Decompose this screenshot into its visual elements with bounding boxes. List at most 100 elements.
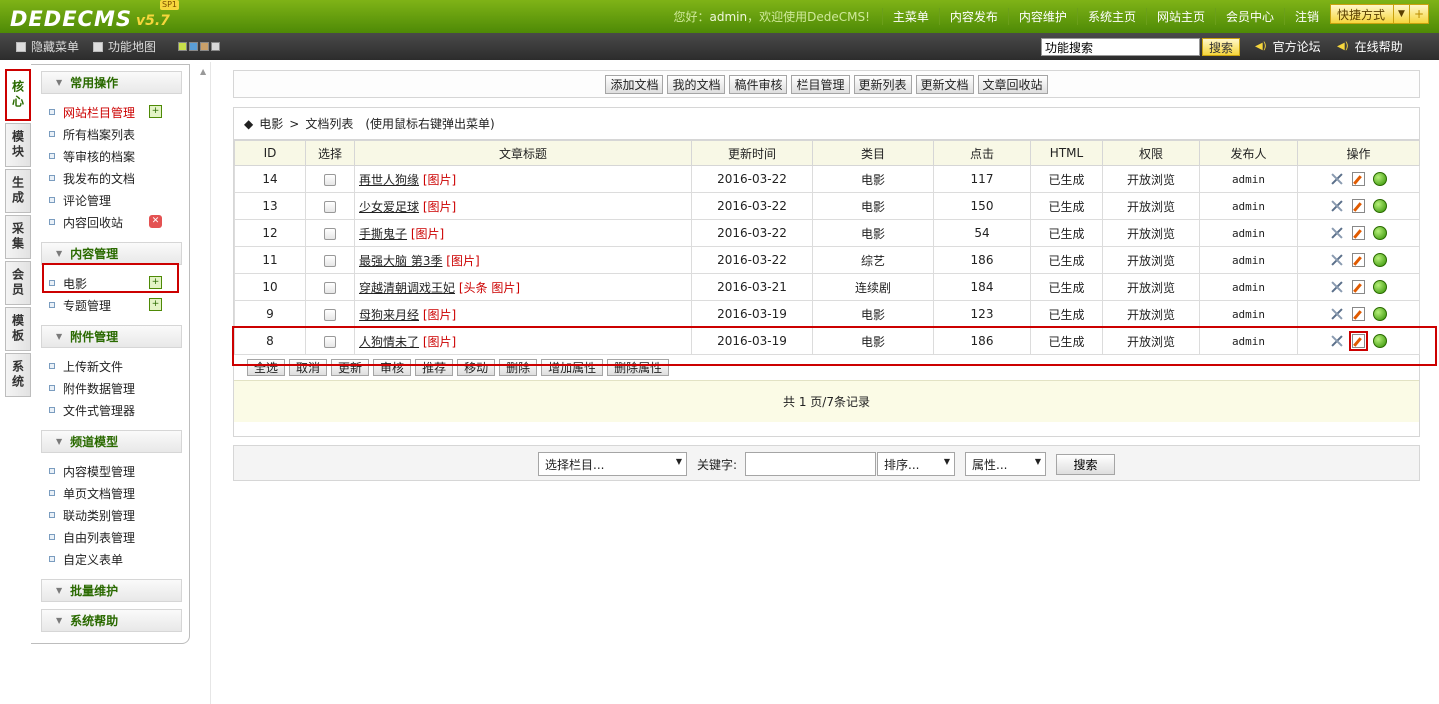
- tools-icon[interactable]: [1330, 307, 1344, 321]
- filter-search-button[interactable]: 搜索: [1056, 454, 1115, 475]
- my-documents-button[interactable]: 我的文档: [667, 74, 726, 94]
- function-map-button[interactable]: 功能地图: [93, 33, 156, 60]
- cell-category[interactable]: 电影: [812, 165, 934, 193]
- preview-icon[interactable]: [1373, 199, 1387, 213]
- row-checkbox[interactable]: [324, 254, 336, 267]
- function-search-button[interactable]: 搜索: [1202, 38, 1241, 56]
- row-checkbox[interactable]: [324, 281, 336, 294]
- edit-icon[interactable]: [1352, 307, 1365, 321]
- keyword-input[interactable]: [745, 452, 876, 476]
- sidebar-item-all-archives[interactable]: 所有档案列表: [49, 124, 135, 144]
- cell-category[interactable]: 电影: [812, 219, 934, 247]
- add-icon[interactable]: +: [149, 105, 162, 118]
- article-title-link[interactable]: 母狗来月经: [359, 308, 419, 322]
- tools-icon[interactable]: [1330, 199, 1344, 213]
- section-common[interactable]: ▼ 常用操作: [41, 71, 182, 94]
- edit-icon[interactable]: [1352, 253, 1365, 267]
- category-select[interactable]: 选择栏目... ▼: [538, 452, 687, 476]
- tools-icon[interactable]: [1330, 226, 1344, 240]
- sidebar-item-content-models[interactable]: 内容模型管理: [49, 461, 135, 481]
- sidebar-item-free-lists[interactable]: 自由列表管理: [49, 527, 135, 547]
- delete-icon[interactable]: ✕: [149, 215, 162, 228]
- preview-icon[interactable]: [1373, 172, 1387, 186]
- add-icon[interactable]: +: [149, 298, 162, 311]
- nav-system-home[interactable]: 系统主页: [1076, 8, 1146, 25]
- nav-logout[interactable]: 注销: [1283, 8, 1329, 25]
- tab-members[interactable]: 会员: [5, 261, 31, 305]
- skin-color-swatch[interactable]: [211, 42, 220, 51]
- function-search-input[interactable]: [1041, 38, 1200, 56]
- tools-icon[interactable]: [1330, 172, 1344, 186]
- add-document-button[interactable]: 添加文档: [605, 74, 664, 94]
- edit-icon[interactable]: [1352, 226, 1365, 240]
- sidebar-item-recycle-bin[interactable]: 内容回收站 ✕: [49, 212, 162, 232]
- tab-core[interactable]: 核心: [5, 69, 31, 121]
- skin-color-swatch[interactable]: [189, 42, 198, 51]
- add-icon[interactable]: +: [1408, 5, 1428, 23]
- section-channel-models[interactable]: ▼ 频道模型: [41, 430, 182, 453]
- breadcrumb-channel[interactable]: 电影: [259, 115, 283, 132]
- section-help[interactable]: ▼ 系统帮助: [41, 609, 182, 632]
- preview-icon[interactable]: [1373, 253, 1387, 267]
- cell-category[interactable]: 连续剧: [812, 273, 934, 301]
- nav-main-menu[interactable]: 主菜单: [881, 8, 939, 25]
- tools-icon[interactable]: [1330, 280, 1344, 294]
- sidebar-item-attachment-data[interactable]: 附件数据管理: [49, 378, 135, 398]
- sidebar-item-column-manage[interactable]: 网站栏目管理 +: [49, 102, 162, 122]
- tools-icon[interactable]: [1330, 253, 1344, 267]
- sidebar-item-linked-categories[interactable]: 联动类别管理: [49, 505, 135, 525]
- edit-icon[interactable]: [1352, 199, 1365, 213]
- section-batch[interactable]: ▼ 批量维护: [41, 579, 182, 602]
- cell-category[interactable]: 电影: [812, 192, 934, 220]
- nav-publish[interactable]: 内容发布: [938, 8, 1008, 25]
- edit-icon[interactable]: [1352, 172, 1365, 186]
- nav-member-center[interactable]: 会员中心: [1214, 8, 1284, 25]
- article-title-link[interactable]: 最强大脑 第3季: [359, 254, 442, 268]
- sidebar-item-single-pages[interactable]: 单页文档管理: [49, 483, 135, 503]
- update-documents-button[interactable]: 更新文档: [915, 74, 974, 94]
- cell-category[interactable]: 电影: [812, 300, 934, 328]
- column-manage-button[interactable]: 栏目管理: [791, 74, 850, 94]
- preview-icon[interactable]: [1373, 226, 1387, 240]
- scroll-up-icon[interactable]: ▲: [200, 67, 206, 76]
- cell-category[interactable]: 综艺: [812, 246, 934, 274]
- article-recycle-button[interactable]: 文章回收站: [977, 74, 1048, 94]
- tab-modules[interactable]: 模块: [5, 123, 31, 167]
- sidebar-item-topics[interactable]: 专题管理 +: [49, 295, 162, 315]
- preview-icon[interactable]: [1373, 307, 1387, 321]
- tab-templates[interactable]: 模板: [5, 307, 31, 351]
- update-list-button[interactable]: 更新列表: [853, 74, 912, 94]
- sidebar-item-comments[interactable]: 评论管理: [49, 190, 111, 210]
- section-attachments[interactable]: ▼ 附件管理: [41, 325, 182, 348]
- order-select[interactable]: 排序... ▼: [877, 452, 955, 476]
- nav-maintain[interactable]: 内容维护: [1007, 8, 1077, 25]
- preview-icon[interactable]: [1373, 280, 1387, 294]
- sidebar-item-custom-forms[interactable]: 自定义表单: [49, 549, 123, 569]
- row-checkbox[interactable]: [324, 173, 336, 186]
- skin-color-swatch[interactable]: [200, 42, 209, 51]
- tab-generate[interactable]: 生成: [5, 169, 31, 213]
- row-checkbox[interactable]: [324, 227, 336, 240]
- edit-icon[interactable]: [1352, 280, 1365, 294]
- help-link[interactable]: ◀) 在线帮助: [1337, 33, 1403, 60]
- article-title-link[interactable]: 手撕鬼子: [359, 227, 407, 241]
- hide-menu-button[interactable]: 隐藏菜单: [16, 33, 79, 60]
- row-checkbox[interactable]: [324, 308, 336, 321]
- nav-site-home[interactable]: 网站主页: [1145, 8, 1215, 25]
- skin-color-swatch[interactable]: [178, 42, 187, 51]
- quick-menu-dropdown[interactable]: 快捷方式 ▼ +: [1330, 4, 1429, 24]
- tab-system[interactable]: 系统: [5, 353, 31, 397]
- article-title-link[interactable]: 再世人狗缘: [359, 173, 419, 187]
- review-button[interactable]: 稿件审核: [729, 74, 788, 94]
- sidebar-item-pending-archives[interactable]: 等审核的档案: [49, 146, 135, 166]
- sidebar-item-my-documents[interactable]: 我发布的文档: [49, 168, 135, 188]
- sidebar-item-file-manager[interactable]: 文件式管理器: [49, 400, 135, 420]
- row-checkbox[interactable]: [324, 200, 336, 213]
- forum-link[interactable]: ◀) 官方论坛: [1255, 33, 1321, 60]
- tab-collect[interactable]: 采集: [5, 215, 31, 259]
- section-content[interactable]: ▼ 内容管理: [41, 242, 182, 265]
- article-title-link[interactable]: 少女爱足球: [359, 200, 419, 214]
- sidebar-item-upload[interactable]: 上传新文件: [49, 356, 123, 376]
- article-title-link[interactable]: 穿越清朝调戏王妃: [359, 281, 455, 295]
- attribute-select[interactable]: 属性... ▼: [965, 452, 1046, 476]
